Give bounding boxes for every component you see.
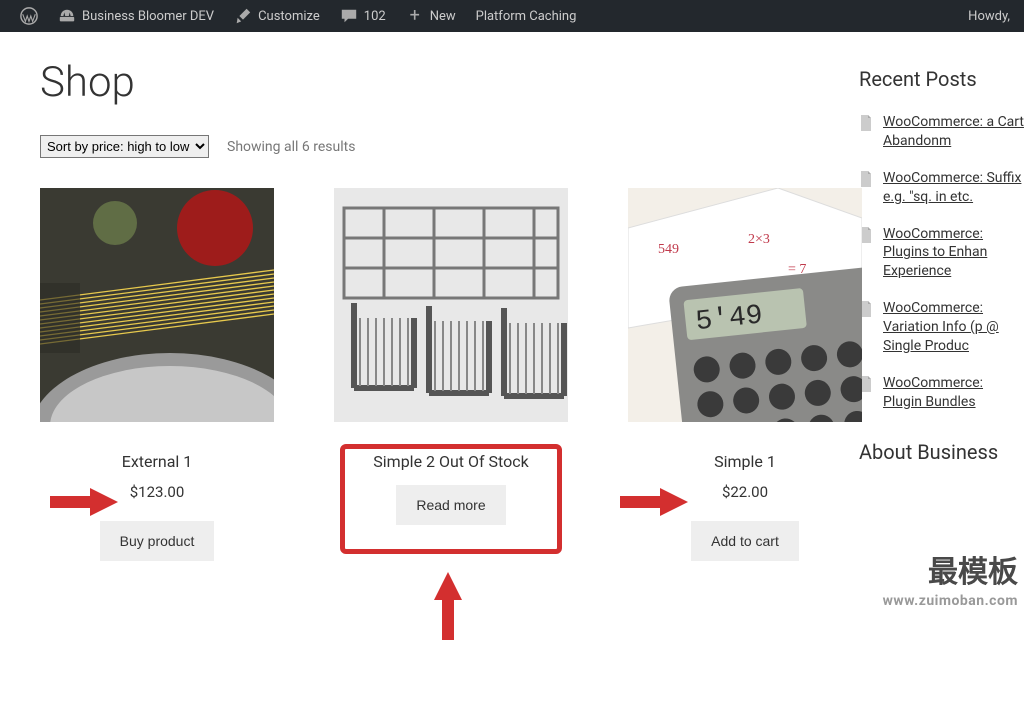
platform-caching-label: Platform Caching xyxy=(476,9,577,24)
read-more-button[interactable]: Read more xyxy=(396,485,505,525)
shop-controls: Sort by price: high to low Showing all 6… xyxy=(40,135,819,158)
comments-count: 102 xyxy=(364,9,386,24)
site-name-label: Business Bloomer DEV xyxy=(82,9,214,24)
add-to-cart-button[interactable]: Add to cart xyxy=(691,521,799,561)
recent-posts-list: WooCommerce: a Cart Abandonm WooCommerce… xyxy=(859,113,1024,412)
list-item: WooCommerce: Suffix e.g. "sq. in etc. xyxy=(859,169,1024,207)
main-content: Shop Sort by price: high to low Showing … xyxy=(40,52,819,561)
product-grid: External 1 $123.00 Buy product xyxy=(40,188,819,561)
recent-post-link[interactable]: WooCommerce: a Cart Abandonm xyxy=(883,113,1024,151)
annotation-arrow-up-icon xyxy=(432,570,464,640)
list-item: WooCommerce: Plugins to Enhan Experience xyxy=(859,225,1024,282)
brush-icon xyxy=(234,7,252,25)
document-icon xyxy=(859,171,873,187)
list-item: WooCommerce: Plugin Bundles xyxy=(859,374,1024,412)
annotation-arrow-right-icon xyxy=(10,678,80,710)
customize-label: Customize xyxy=(258,9,320,24)
buy-product-button[interactable]: Buy product xyxy=(100,521,215,561)
recent-posts-title: Recent Posts xyxy=(859,67,1024,91)
recent-post-link[interactable]: WooCommerce: Plugin Bundles xyxy=(883,374,1024,412)
wp-admin-bar: Business Bloomer DEV Customize 102 + New… xyxy=(0,0,1024,32)
sidebar: Recent Posts WooCommerce: a Cart Abandon… xyxy=(859,52,1024,561)
recent-post-link[interactable]: WooCommerce: Variation Info (p @ Single … xyxy=(883,299,1024,356)
annotation-arrow-right-icon xyxy=(50,486,120,518)
recent-post-link[interactable]: WooCommerce: Plugins to Enhan Experience xyxy=(883,225,1024,282)
watermark-url: www.zuimoban.com xyxy=(883,593,1018,609)
product-image-link[interactable]: 5492×3= 7 5'49 xyxy=(628,188,862,422)
product-image xyxy=(40,188,274,422)
list-item: WooCommerce: a Cart Abandonm xyxy=(859,113,1024,151)
wp-logo[interactable] xyxy=(10,0,48,32)
howdy-label: Howdy, xyxy=(968,9,1010,24)
comments-link[interactable]: 102 xyxy=(330,0,396,32)
page-title: Shop xyxy=(40,58,819,107)
about-title: About Business xyxy=(859,440,1024,464)
dashboard-icon xyxy=(58,7,76,25)
new-content-link[interactable]: + New xyxy=(396,0,466,32)
document-icon xyxy=(859,115,873,131)
page-body: Shop Sort by price: high to low Showing … xyxy=(0,32,1024,561)
product-title: External 1 xyxy=(40,452,274,471)
product-image-link[interactable] xyxy=(40,188,274,422)
svg-text:549: 549 xyxy=(658,242,679,257)
sort-select[interactable]: Sort by price: high to low xyxy=(40,135,209,158)
svg-text:2×3: 2×3 xyxy=(748,232,770,247)
product-title: Simple 1 xyxy=(628,452,862,471)
annotation-arrow-right-icon xyxy=(620,486,690,518)
list-item: WooCommerce: Variation Info (p @ Single … xyxy=(859,299,1024,356)
product-image-link[interactable] xyxy=(334,188,568,422)
new-label: New xyxy=(430,9,456,24)
plus-icon: + xyxy=(406,7,424,25)
result-count: Showing all 6 results xyxy=(227,139,355,155)
howdy-user[interactable]: Howdy, xyxy=(968,9,1014,24)
recent-post-link[interactable]: WooCommerce: Suffix e.g. "sq. in etc. xyxy=(883,169,1024,207)
product-image xyxy=(334,188,568,422)
product-title: Simple 2 Out Of Stock xyxy=(334,452,568,471)
platform-caching-link[interactable]: Platform Caching xyxy=(466,0,587,32)
admin-bar-left: Business Bloomer DEV Customize 102 + New… xyxy=(10,0,586,32)
product-card-simple-2: Simple 2 Out Of Stock Read more xyxy=(334,188,568,561)
comment-icon xyxy=(340,7,358,25)
customize-link[interactable]: Customize xyxy=(224,0,330,32)
site-name-link[interactable]: Business Bloomer DEV xyxy=(48,0,224,32)
product-image: 5492×3= 7 5'49 xyxy=(628,188,862,422)
